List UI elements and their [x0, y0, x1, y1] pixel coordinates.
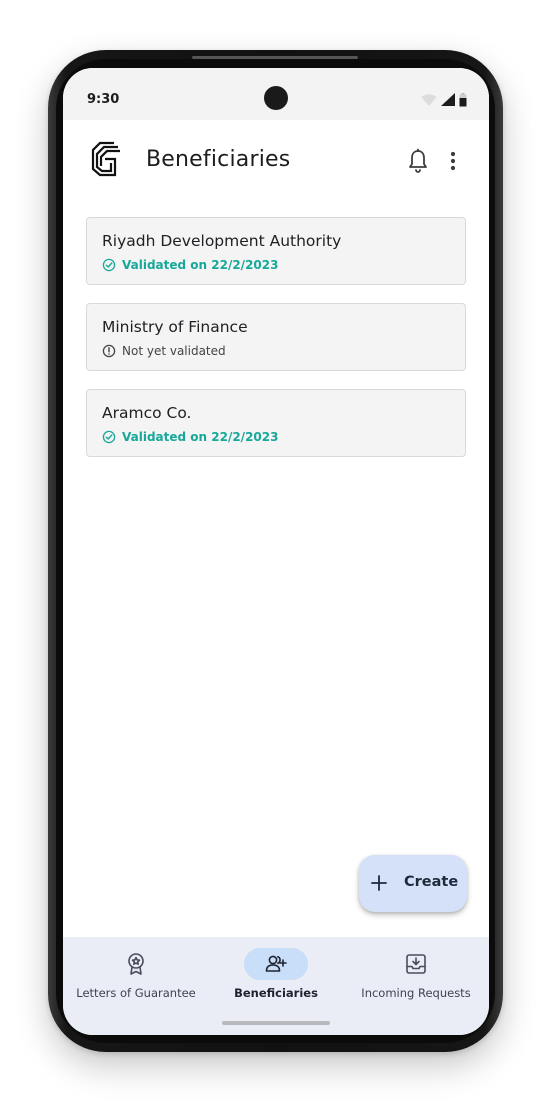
bottom-navigation: Letters of Guarantee Beneficiaries Incom…	[63, 937, 489, 1035]
inbox-download-icon	[406, 954, 426, 974]
create-button-label: Create	[404, 874, 459, 890]
home-indicator[interactable]	[222, 1021, 330, 1025]
validation-status: Not yet validated	[102, 344, 226, 358]
beneficiary-card[interactable]: Aramco Co. Validated on 22/2/2023	[86, 389, 466, 457]
validation-text: Validated on 22/2/2023	[122, 258, 279, 272]
add-user-icon	[265, 955, 287, 972]
nav-item-beneficiaries[interactable]: Beneficiaries	[205, 937, 347, 1017]
award-badge-icon	[128, 953, 144, 975]
nav-item-letters-of-guarantee[interactable]: Letters of Guarantee	[65, 937, 207, 1017]
bell-icon[interactable]	[406, 148, 430, 174]
check-circle-icon	[102, 258, 116, 272]
validation-text: Not yet validated	[122, 344, 226, 358]
status-time: 9:30	[87, 92, 120, 107]
status-bar: 9:30	[63, 68, 489, 120]
info-circle-icon	[102, 344, 116, 358]
create-button[interactable]: Create	[359, 855, 467, 912]
status-icons	[421, 93, 467, 107]
validation-text: Validated on 22/2/2023	[122, 430, 279, 444]
nav-label: Beneficiaries	[234, 986, 318, 1000]
phone-screen: 9:30 Beneficiaries Riyadh Development Au…	[63, 68, 489, 1035]
cell-signal-icon	[441, 93, 455, 106]
nav-item-incoming-requests[interactable]: Incoming Requests	[345, 937, 487, 1017]
nav-label: Letters of Guarantee	[76, 986, 196, 1000]
page-title: Beneficiaries	[146, 147, 291, 172]
battery-icon	[459, 93, 467, 107]
check-circle-icon	[102, 430, 116, 444]
beneficiary-card[interactable]: Riyadh Development Authority Validated o…	[86, 217, 466, 285]
app-bar: Beneficiaries	[63, 120, 489, 200]
wifi-icon	[421, 94, 437, 106]
validation-status: Validated on 22/2/2023	[102, 258, 278, 272]
beneficiary-name: Aramco Co.	[102, 404, 192, 422]
company-logo-icon	[91, 141, 120, 177]
beneficiary-name: Ministry of Finance	[102, 318, 248, 336]
validation-status: Validated on 22/2/2023	[102, 430, 278, 444]
nav-label: Incoming Requests	[361, 986, 471, 1000]
beneficiary-list: Riyadh Development Authority Validated o…	[86, 217, 466, 475]
front-camera	[264, 86, 288, 110]
speaker-slot	[192, 56, 358, 59]
more-vert-icon[interactable]	[445, 148, 461, 174]
plus-icon	[371, 875, 387, 891]
beneficiary-name: Riyadh Development Authority	[102, 232, 342, 250]
beneficiary-card[interactable]: Ministry of Finance Not yet validated	[86, 303, 466, 371]
